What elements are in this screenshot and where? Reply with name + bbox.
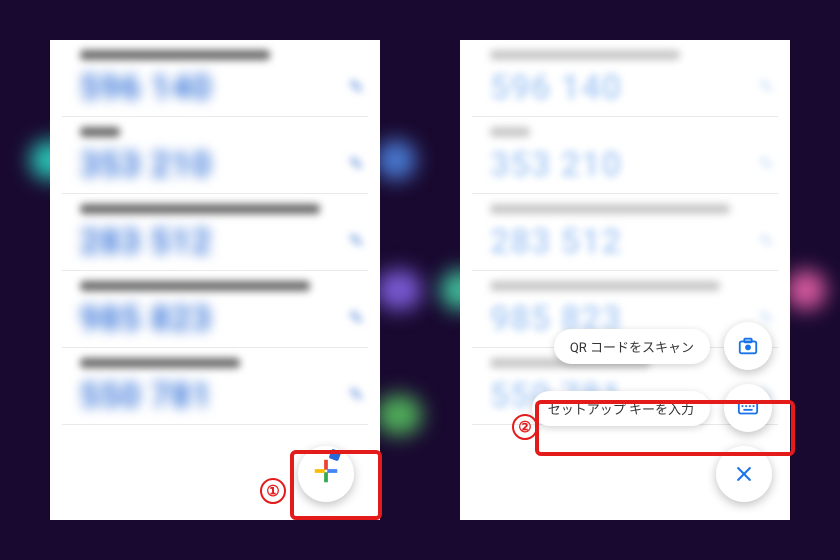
plus-icon xyxy=(311,456,341,492)
edit-icon: ✎ xyxy=(349,77,364,98)
otp-code: 353 210 xyxy=(80,145,350,185)
callout-badge-1: ① xyxy=(260,478,286,504)
account-row[interactable]: 283 512✎ xyxy=(472,194,778,271)
otp-code: 596 140 xyxy=(490,68,760,108)
edit-icon: ✎ xyxy=(349,231,364,252)
otp-code: 596 140 xyxy=(80,68,350,108)
account-row[interactable]: 550 781✎ xyxy=(62,348,368,425)
account-label xyxy=(80,281,310,291)
edit-icon: ✎ xyxy=(349,308,364,329)
authenticator-screen-menu: 596 140✎353 210✎283 512✎985 823✎550 781✎… xyxy=(460,40,790,520)
account-label xyxy=(490,50,680,60)
otp-code: 283 512 xyxy=(80,222,350,262)
add-account-speed-dial: QR コードをスキャン セットアップ キーを入力 xyxy=(482,308,772,502)
authenticator-screen-before: 596 140✎353 210✎283 512✎985 823✎550 781✎ xyxy=(50,40,380,520)
keyboard-icon xyxy=(724,384,772,432)
edit-icon: ✎ xyxy=(759,77,774,98)
close-icon xyxy=(716,446,772,502)
account-row[interactable]: 985 823✎ xyxy=(62,271,368,348)
edit-icon: ✎ xyxy=(349,154,364,175)
account-row[interactable]: 353 210✎ xyxy=(472,117,778,194)
enter-key-label: セットアップ キーを入力 xyxy=(532,391,710,426)
close-speed-dial[interactable] xyxy=(482,446,772,502)
otp-code: 550 781 xyxy=(80,376,350,416)
account-label xyxy=(80,204,320,214)
account-label xyxy=(80,50,270,60)
otp-code: 985 823 xyxy=(80,299,350,339)
edit-icon: ✎ xyxy=(759,154,774,175)
account-label xyxy=(80,127,120,137)
camera-icon xyxy=(724,322,772,370)
otp-code: 353 210 xyxy=(490,145,760,185)
otp-code: 283 512 xyxy=(490,222,760,262)
add-account-fab[interactable] xyxy=(298,446,354,502)
edit-icon: ✎ xyxy=(349,385,364,406)
edit-icon: ✎ xyxy=(759,231,774,252)
account-row[interactable]: 283 512✎ xyxy=(62,194,368,271)
account-label xyxy=(490,204,730,214)
scan-qr-option[interactable]: QR コードをスキャン xyxy=(482,322,772,370)
callout-badge-2: ② xyxy=(512,414,538,440)
account-row[interactable]: 596 140✎ xyxy=(472,40,778,117)
scan-qr-label: QR コードをスキャン xyxy=(554,329,710,364)
account-label xyxy=(490,127,530,137)
account-label xyxy=(490,281,720,291)
account-label xyxy=(80,358,240,368)
account-row[interactable]: 596 140✎ xyxy=(62,40,368,117)
account-row[interactable]: 353 210✎ xyxy=(62,117,368,194)
